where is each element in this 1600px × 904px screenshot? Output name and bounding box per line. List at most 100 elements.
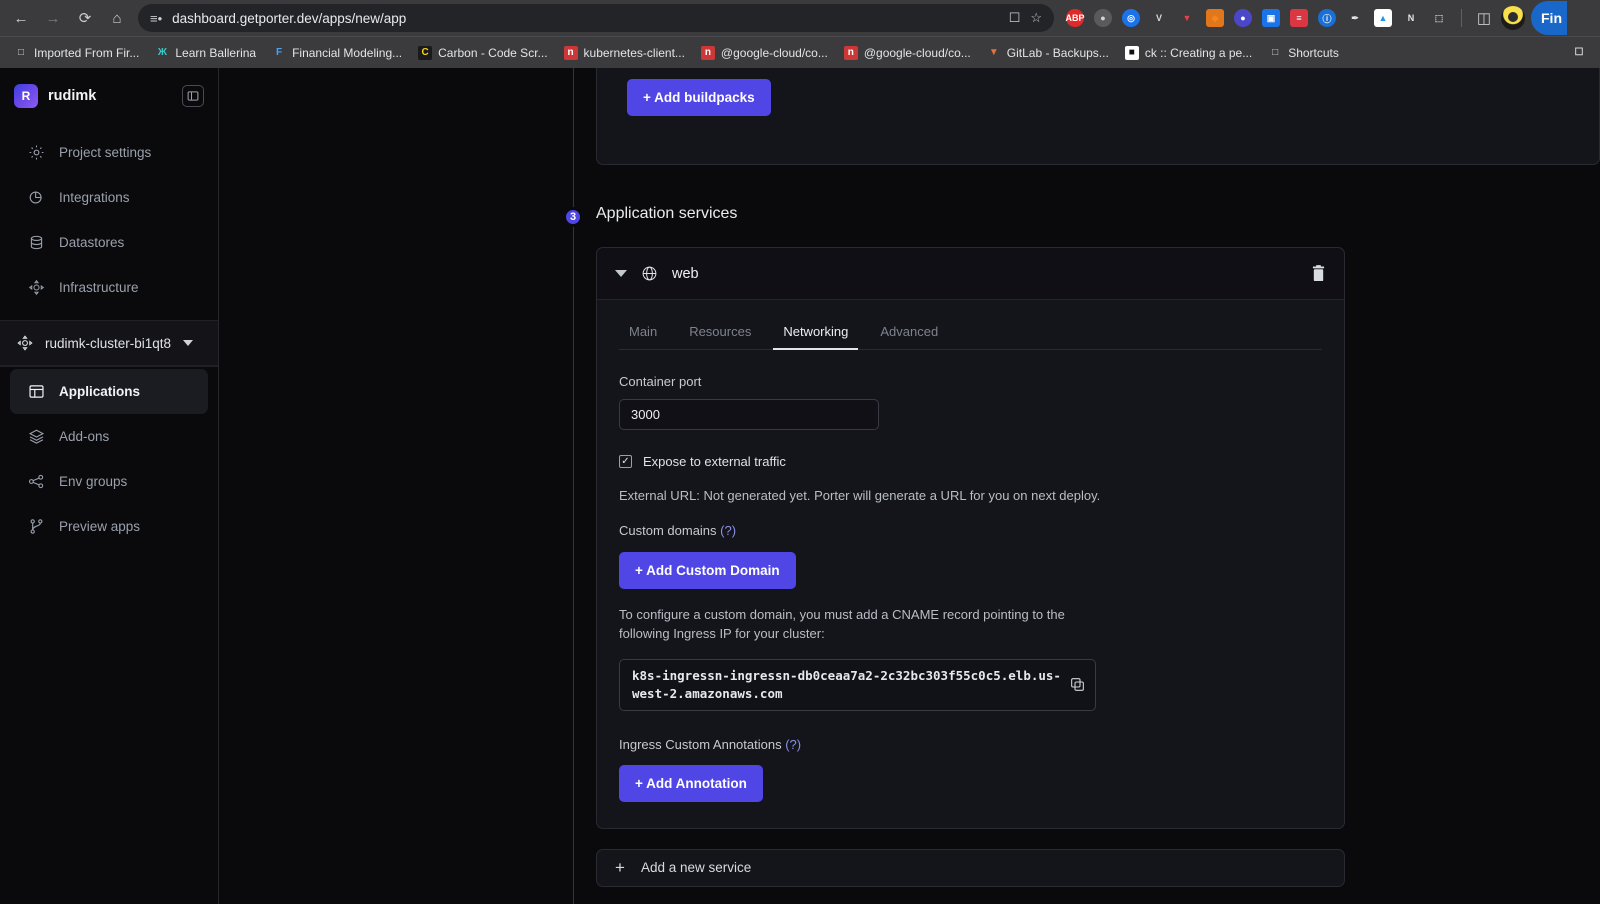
browser-toolbar: ← → ⟳ ⌂ ≡• dashboard.getporter.dev/apps/… (0, 0, 1600, 36)
org-name[interactable]: rudimk (48, 88, 172, 104)
chevron-down-icon[interactable] (183, 340, 194, 346)
icon-glyph: ▣ (1262, 9, 1280, 27)
tab-networking[interactable]: Networking (773, 316, 859, 350)
sidebar-project-nav: Project settings Integrations Datastores In… (0, 124, 218, 320)
sidebar-item-preview-apps[interactable]: Preview apps (10, 504, 208, 549)
npm-icon: n (563, 45, 578, 60)
site-settings-icon[interactable]: ≡• (150, 11, 162, 26)
sidebar-item-label: Env groups (59, 474, 128, 489)
profile-avatar[interactable] (1501, 6, 1525, 30)
screenshot-extension[interactable]: ▣ (1258, 5, 1284, 31)
cluster-selector[interactable]: rudimk-cluster-bi1qt8 (0, 320, 218, 366)
bookmark-label: kubernetes-client... (583, 45, 685, 60)
add-annotation-button[interactable]: + Add Annotation (619, 764, 763, 802)
bookmark-label: GitLab - Backups... (1006, 45, 1109, 60)
address-bar[interactable]: ≡• dashboard.getporter.dev/apps/new/app … (138, 4, 1054, 32)
bookmark-gitlab-backups[interactable]: ▼ GitLab - Backups... (979, 42, 1117, 64)
side-panel-icon[interactable]: ◫ (1469, 3, 1499, 33)
folder-icon: □ (17, 47, 25, 58)
wappalyzer-extension[interactable]: ● (1230, 5, 1256, 31)
sidebar-item-applications[interactable]: Applications (10, 369, 208, 414)
custom-domains-label: Custom domains (?) (619, 523, 1322, 538)
applications-icon (28, 383, 45, 400)
express-vpn-extension[interactable]: ≡ (1286, 5, 1312, 31)
carbon-icon: C (418, 45, 433, 60)
bookmark-label: @google-cloud/co... (863, 45, 971, 60)
bookmark-label: Learn Ballerina (175, 45, 257, 60)
expose-external-traffic-row[interactable]: ✓ Expose to external traffic (619, 454, 1322, 469)
address-bar-url: dashboard.getporter.dev/apps/new/app (172, 10, 407, 26)
bookmark-ck-creating-a-pe[interactable]: ■ ck :: Creating a pe... (1117, 42, 1260, 64)
bookmark-financial-modeling[interactable]: F Financial Modeling... (264, 42, 410, 64)
ingress-host-box[interactable]: k8s-ingressn-ingressn-db0ceaa7a2-2c32bc3… (619, 658, 1096, 711)
pocket-extension[interactable]: ▼ (1174, 5, 1200, 31)
fin-button[interactable]: Fin (1531, 1, 1567, 35)
service-body: Main Resources Networking Advanced Containe… (597, 300, 1344, 828)
step-3-title: Application services (596, 205, 738, 222)
reload-icon[interactable]: ⟳ (70, 3, 100, 33)
npm-icon: n (700, 45, 715, 60)
layers-icon (28, 428, 45, 445)
firebase-extension[interactable]: ▲ (1370, 5, 1396, 31)
step-badge-3: 3 (563, 207, 583, 227)
custom-domains-help-icon[interactable]: (?) (720, 523, 736, 538)
icon-glyph: ● (1234, 9, 1252, 27)
trash-icon[interactable] (1311, 265, 1326, 282)
bookmark--google-cloud-co[interactable]: n @google-cloud/co... (836, 42, 979, 64)
ghostery-extension[interactable]: ● (1090, 5, 1116, 31)
sidebar-item-add-ons[interactable]: Add-ons (10, 414, 208, 459)
annotations-help-icon[interactable]: (?) (785, 737, 801, 752)
back-icon[interactable]: ← (6, 3, 36, 33)
bookmark-label: @google-cloud/co... (720, 45, 828, 60)
bookmark-label: Carbon - Code Scr... (438, 45, 548, 60)
onepassword-extension[interactable]: ⓘ (1314, 5, 1340, 31)
add-buildpacks-button[interactable]: + Add buildpacks (627, 79, 771, 116)
add-custom-domain-button[interactable]: + Add Custom Domain (619, 552, 796, 589)
bookmark-imported-from-fir[interactable]: □ Imported From Fir... (6, 42, 147, 64)
home-icon[interactable]: ⌂ (102, 3, 132, 33)
tab-main[interactable]: Main (619, 316, 667, 350)
tab-advanced[interactable]: Advanced (870, 316, 948, 350)
stack-overflow-icon: ■ (1124, 45, 1139, 60)
copy-icon[interactable] (1070, 677, 1085, 692)
bookmark-learn-ballerina[interactable]: Ж Learn Ballerina (147, 42, 264, 64)
icon-glyph: ✒ (1346, 9, 1364, 27)
bookmark-kubernetes-client[interactable]: n kubernetes-client... (556, 42, 693, 64)
bookmark--google-cloud-co[interactable]: n @google-cloud/co... (693, 42, 836, 64)
vimium-extension[interactable]: V (1146, 5, 1172, 31)
star-icon[interactable]: ☆ (1030, 10, 1042, 26)
notion-web-clipper-extension[interactable]: N (1398, 5, 1424, 31)
collapse-panel-icon[interactable] (182, 85, 204, 107)
npm-icon: n (843, 45, 858, 60)
sidebar-item-label: Infrastructure (59, 280, 139, 295)
ingress-annotations-label: Ingress Custom Annotations (?) (619, 737, 1322, 752)
cast-icon[interactable]: ☐ (1009, 10, 1021, 26)
add-new-service-button[interactable]: + Add a new service (596, 848, 1345, 887)
extensions-puzzle-icon[interactable]: ⬚ (1426, 5, 1452, 31)
sidebar-item-env-groups[interactable]: Env groups (10, 459, 208, 504)
adblock-plus-extension[interactable]: ABP (1062, 5, 1088, 31)
orbit-extension[interactable]: ◎ (1118, 5, 1144, 31)
container-port-input[interactable] (619, 399, 879, 430)
icon-glyph: ABP (1066, 9, 1085, 27)
bookmark-carbon-code-scr[interactable]: C Carbon - Code Scr... (410, 42, 555, 64)
sidebar-item-project-settings[interactable]: Project settings (10, 130, 208, 175)
org-avatar: R (14, 84, 38, 108)
sidebar-item-integrations[interactable]: Integrations (10, 175, 208, 220)
chevron-down-icon[interactable] (615, 270, 627, 277)
bookmark-label: Shortcuts (1288, 45, 1339, 60)
eyedropper-extension[interactable]: ✒ (1342, 5, 1368, 31)
expose-checkbox[interactable]: ✓ (619, 455, 632, 468)
service-header[interactable]: web (597, 248, 1344, 300)
service-name: web (672, 265, 699, 282)
tab-resources[interactable]: Resources (679, 316, 761, 350)
forward-icon[interactable]: → (38, 3, 68, 33)
sidebar-item-infrastructure[interactable]: Infrastructure (10, 265, 208, 310)
metamask-extension[interactable]: ◆ (1202, 5, 1228, 31)
bookmark-shortcuts[interactable]: □ Shortcuts (1260, 42, 1347, 64)
bookmark-overflow-folder-icon[interactable]: ☐ (1564, 42, 1594, 64)
sidebar-item-label: Preview apps (59, 519, 141, 534)
sidebar-item-datastores[interactable]: Datastores (10, 220, 208, 265)
container-port-label: Container port (619, 374, 702, 389)
ballerina-icon: Ж (157, 47, 167, 58)
